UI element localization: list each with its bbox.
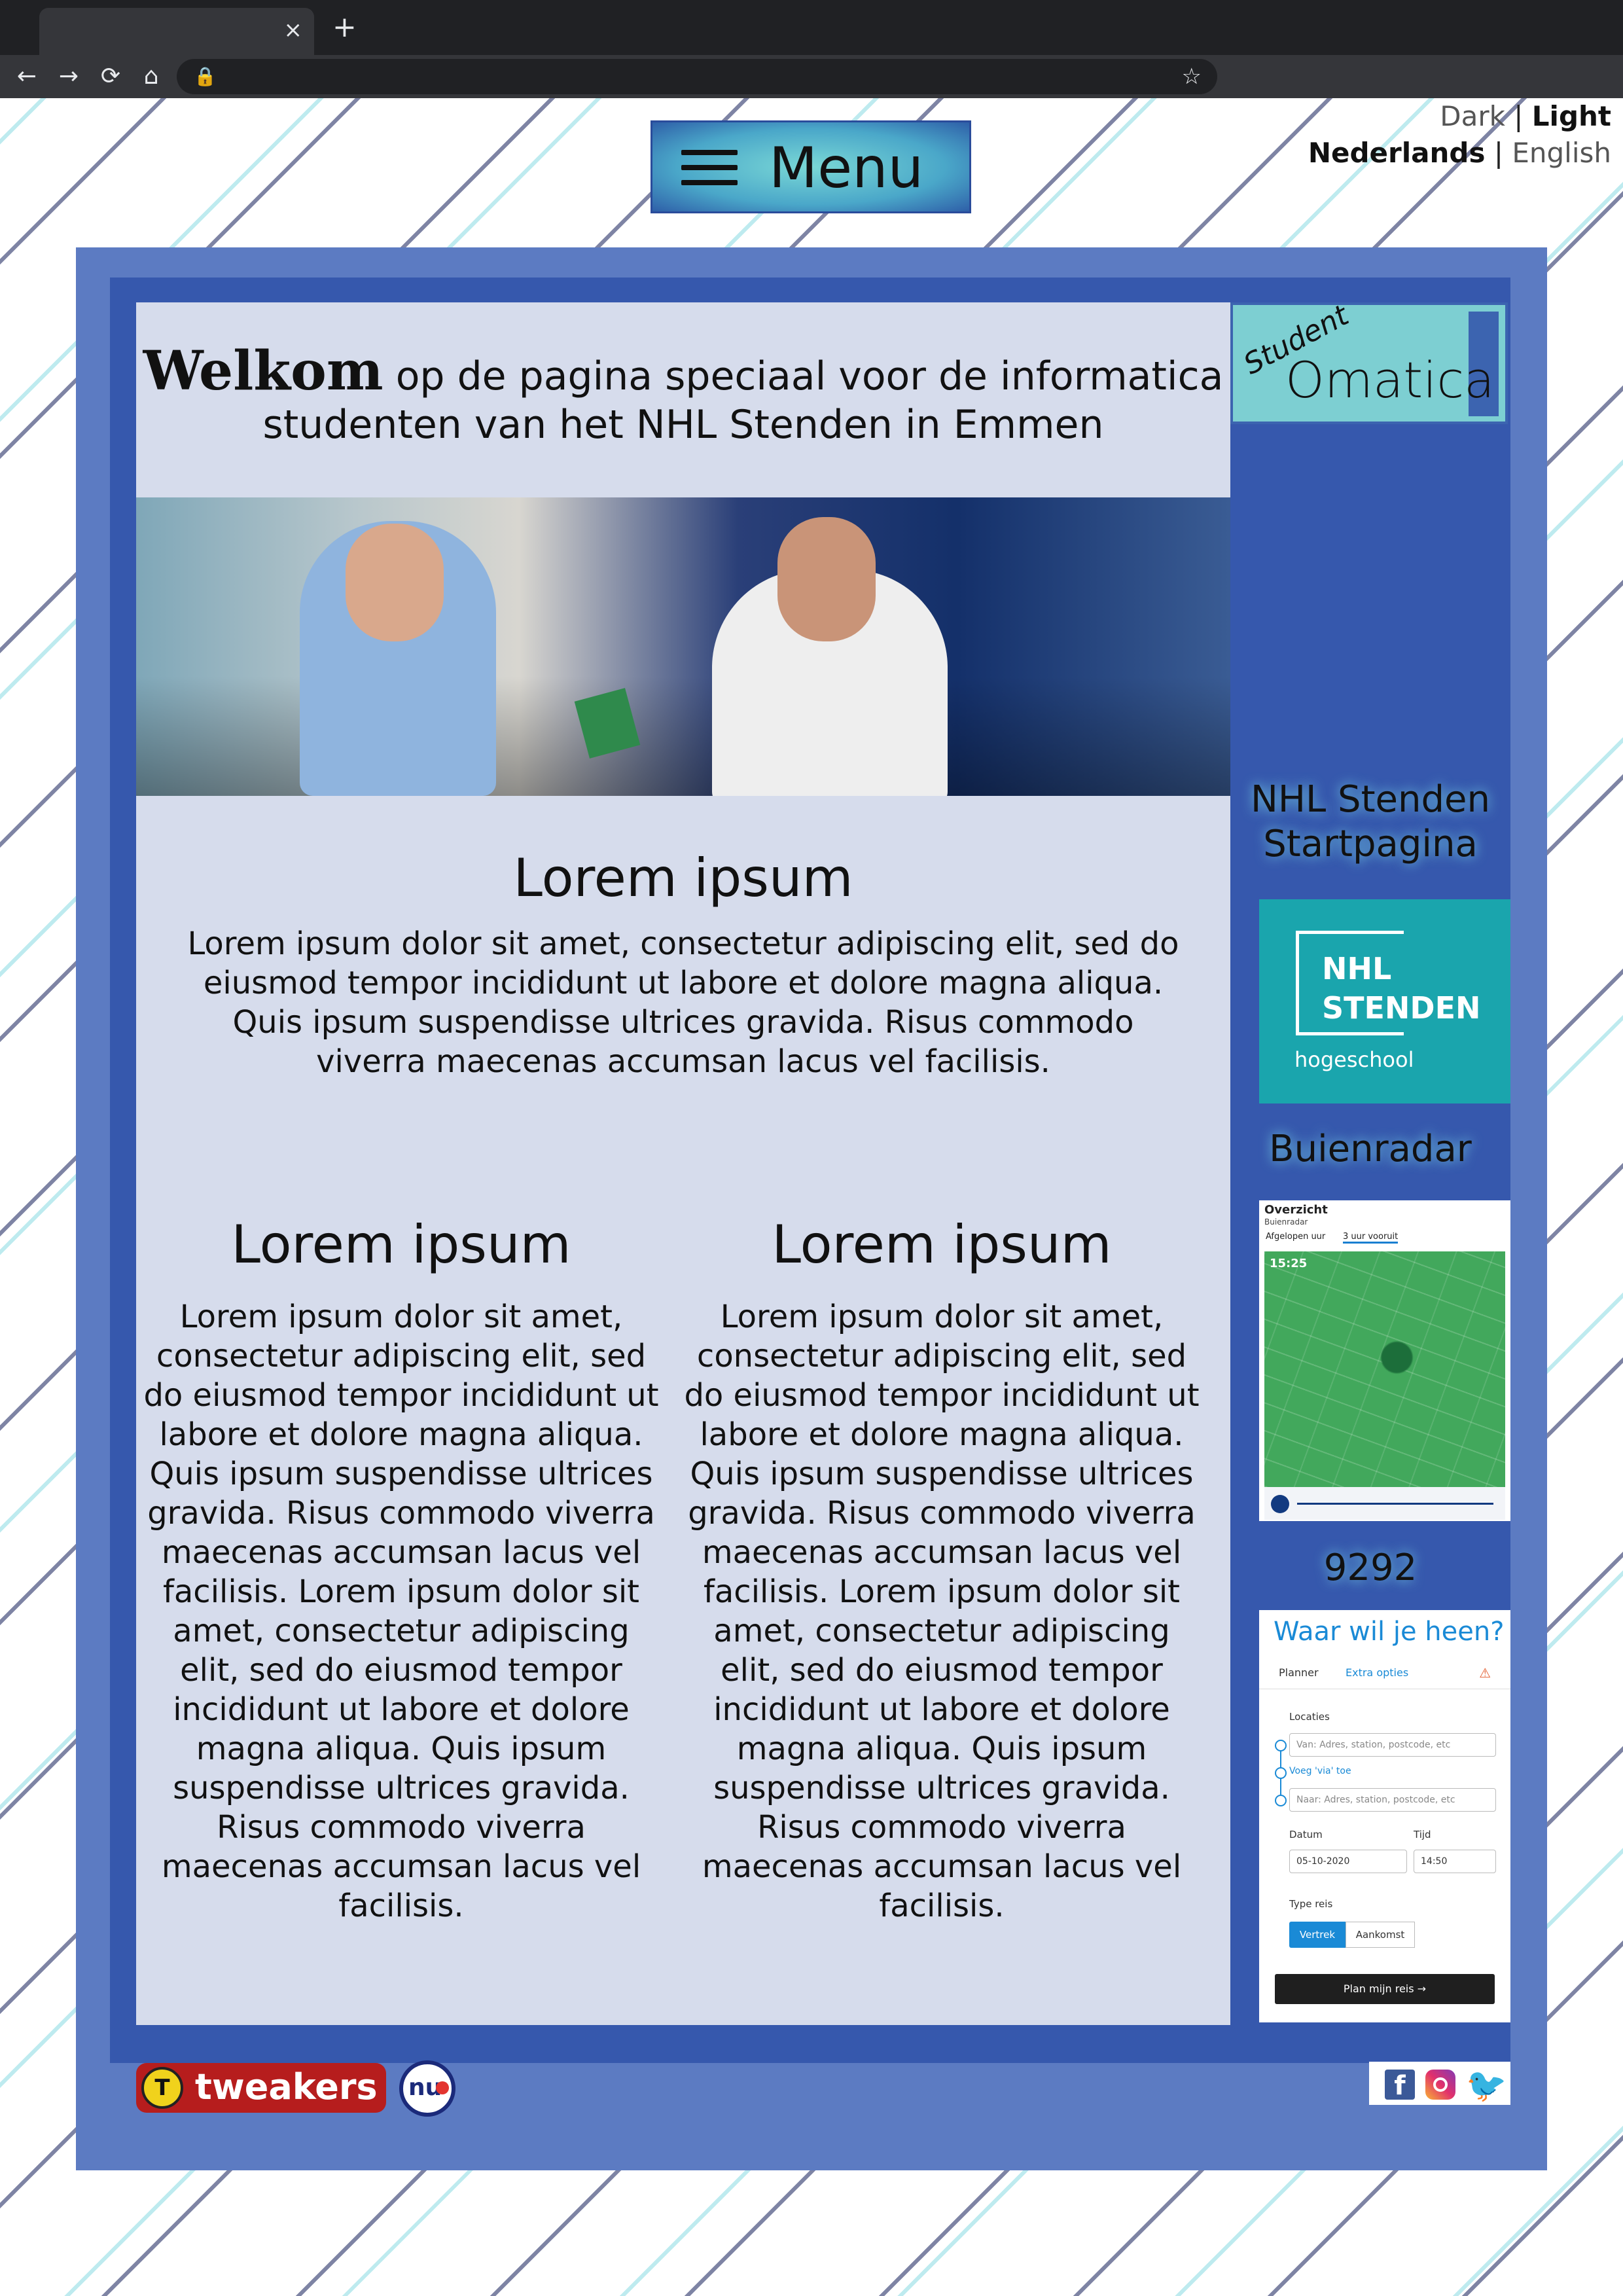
reload-icon[interactable]: ⟳ [94,60,127,93]
lock-icon: 🔒 [194,65,217,87]
9292-widget: Waar wil je heen? Planner Extra opties ⚠… [1259,1610,1510,2022]
student-left-head [346,524,444,641]
menu-label: Menu [769,135,924,201]
radar-subheading: Buienradar [1264,1217,1308,1227]
nu-nl-logo[interactable]: nu [399,2060,455,2117]
radar-time: 15:25 [1270,1257,1308,1270]
tijd-label: Tijd [1414,1829,1431,1840]
language-switch: Nederlands | English [1308,135,1611,171]
nhl-logo-line2: STENDEN [1322,990,1481,1026]
locaties-label: Locaties [1289,1711,1330,1723]
to-dot-icon [1275,1795,1287,1806]
plan-mijn-reis-button[interactable]: Plan mijn reis → [1275,1974,1495,2004]
student-right-head [777,517,876,641]
main-content: Welkom op de pagina speciaal voor de inf… [136,302,1230,2025]
section-body-right: Lorem ipsum dolor sit amet, consectetur … [684,1299,1200,1924]
nhl-logo-text: NHL STENDEN [1322,949,1481,1028]
language-en-link[interactable]: English [1512,137,1611,169]
nhl-logo-line1: NHL [1322,951,1392,986]
radar-heading: Overzicht [1264,1203,1328,1217]
facebook-icon[interactable]: f [1385,2070,1415,2101]
hero-image [136,497,1230,796]
vertrek-toggle[interactable]: Vertrek [1289,1922,1346,1948]
welcome-bold: Welkom [143,340,383,403]
column-right: Lorem ipsum Lorem ipsum dolor sit amet, … [683,1212,1200,1926]
tweakers-text: tweakers [195,2066,378,2108]
radar-tab-past[interactable]: Afgelopen uur [1266,1232,1325,1242]
tab-extra-opties[interactable]: Extra opties [1346,1666,1408,1679]
from-dot-icon [1275,1740,1287,1751]
twitter-icon[interactable]: 🐦 [1466,2067,1507,2104]
address-bar[interactable]: 🔒 ☆ [177,59,1217,94]
datum-input[interactable]: 05-10-2020 [1289,1850,1407,1873]
to-input[interactable]: Naar: Adres, station, postcode, etc [1289,1788,1496,1812]
tweakers-icon: T [141,2067,183,2109]
forward-icon[interactable]: → [52,60,85,93]
social-links: f 🐦 [1369,2062,1510,2105]
add-via-link[interactable]: Voeg 'via' toe [1289,1766,1351,1776]
column-left: Lorem ipsum Lorem ipsum dolor sit amet, … [143,1212,660,1926]
nu-nl-dot-icon [436,2081,449,2094]
bookmark-star-icon[interactable]: ☆ [1182,63,1202,90]
buienradar-widget[interactable]: Overzicht Buienradar Afgelopen uur 3 uur… [1259,1200,1510,1521]
theme-switch: Dark | Light [1440,98,1611,135]
home-icon[interactable]: ⌂ [135,60,168,93]
menu-button[interactable]: Menu [651,120,971,213]
radar-timeline[interactable] [1264,1487,1505,1520]
via-dot-icon [1275,1767,1287,1779]
studentomatica-logo[interactable]: Student Omatica [1230,298,1508,424]
datum-label: Datum [1289,1829,1323,1840]
radar-map[interactable] [1264,1251,1505,1487]
section-body-left: Lorem ipsum dolor sit amet, consectetur … [143,1299,659,1924]
browser-toolbar: ← → ⟳ ⌂ 🔒 ☆ [0,55,1623,98]
browser-tab-bar: × + [0,0,1623,55]
9292-tabs: Planner Extra opties ⚠ [1259,1660,1510,1689]
radar-track[interactable] [1297,1503,1493,1505]
warning-icon[interactable]: ⚠ [1479,1665,1491,1681]
section-body-main: Lorem ipsum dolor sit amet, consectetur … [187,925,1179,1080]
theme-separator: | [1514,100,1524,132]
9292-title[interactable]: 9292 [1230,1546,1510,1590]
aankomst-toggle[interactable]: Aankomst [1346,1922,1415,1948]
section-heading-left: Lorem ipsum [231,1214,571,1275]
theme-dark-link[interactable]: Dark [1440,100,1505,132]
browser-tab[interactable]: × [39,8,314,55]
tab-planner[interactable]: Planner [1279,1666,1319,1679]
buienradar-title[interactable]: Buienradar [1230,1127,1510,1172]
section-heading-main: Lorem ipsum [513,848,853,908]
from-input[interactable]: Van: Adres, station, postcode, etc [1289,1733,1496,1757]
tweakers-logo[interactable]: T tweakers [136,2063,386,2113]
tijd-input[interactable]: 14:50 [1414,1850,1496,1873]
hamburger-icon [681,150,738,187]
language-separator: | [1493,137,1503,169]
radar-tab-future[interactable]: 3 uur vooruit [1343,1232,1399,1244]
welcome-heading: Welkom op de pagina speciaal voor de inf… [136,344,1230,449]
circuit-board-figure [574,688,641,759]
logo-omatica-text: Omatica [1285,351,1495,409]
new-tab-icon[interactable]: + [332,9,357,46]
theme-light-link[interactable]: Light [1532,100,1611,132]
close-tab-icon[interactable]: × [284,17,303,43]
pause-icon[interactable] [1271,1495,1289,1513]
section-heading-right: Lorem ipsum [772,1214,1112,1275]
type-reis-label: Type reis [1289,1898,1333,1910]
welcome-text: op de pagina speciaal voor de informatic… [262,353,1224,448]
language-nl-link[interactable]: Nederlands [1308,137,1486,169]
9292-question: Waar wil je heen? [1274,1617,1505,1647]
nhl-startpagina-title[interactable]: NHL Stenden Startpagina [1230,778,1510,867]
nhl-logo-sub: hogeschool [1294,1047,1414,1072]
nhl-stenden-logo[interactable]: NHL STENDEN hogeschool [1259,899,1510,1103]
back-icon[interactable]: ← [10,60,43,93]
instagram-icon[interactable] [1425,2070,1455,2100]
